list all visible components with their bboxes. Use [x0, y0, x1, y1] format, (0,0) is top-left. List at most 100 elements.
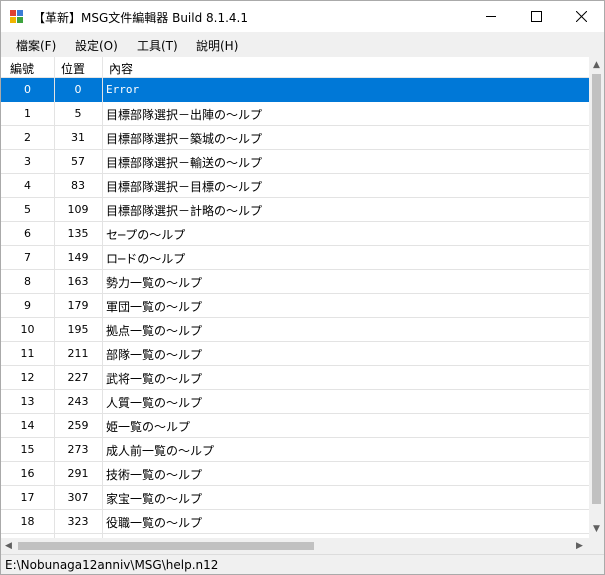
- row-position: 179: [67, 299, 89, 312]
- row-number: 9: [24, 299, 31, 312]
- row-position: 149: [67, 251, 89, 264]
- row-position: 227: [67, 371, 89, 384]
- row-content: Error: [106, 83, 140, 96]
- window-title: 【革新】MSG文件編輯器 Build 8.1.4.1: [33, 11, 249, 25]
- row-content: セ─プの～ルプ: [106, 228, 186, 242]
- vertical-scroll-thumb[interactable]: [592, 74, 601, 504]
- app-icon: [10, 10, 23, 23]
- column-divider[interactable]: [102, 57, 103, 77]
- row-position: 291: [67, 467, 89, 480]
- menu-settings[interactable]: 設定(O): [75, 37, 118, 54]
- row-position: 83: [71, 179, 85, 192]
- row-content: 目標部隊選択－目標の～ルプ: [106, 180, 263, 194]
- row-position: 195: [67, 323, 89, 336]
- row-content: 拠点一覧の～ルプ: [106, 324, 203, 338]
- table-row[interactable]: 9 179 軍団一覧の～ルプ: [1, 294, 589, 318]
- table-row[interactable]: 17 307 家宝一覧の～ルプ: [1, 486, 589, 510]
- row-content: 勢力一覧の～ルプ: [106, 276, 203, 290]
- table-row[interactable]: 6 135 セ─プの～ルプ: [1, 222, 589, 246]
- scrollbar-corner: [589, 538, 604, 554]
- table-row[interactable]: 10 195 拠点一覧の～ルプ: [1, 318, 589, 342]
- row-number: 1: [24, 107, 31, 120]
- row-position: 109: [67, 203, 89, 216]
- row-number: 15: [20, 443, 35, 456]
- horizontal-scrollbar[interactable]: ◀ ▶: [1, 538, 589, 554]
- column-header-number[interactable]: 編號: [10, 60, 34, 77]
- column-header-content[interactable]: 內容: [109, 60, 133, 77]
- list-rows: 0 0 Error 1 5 目標部隊選択－出陣の～ルプ 2 31 目標部隊選択－築城の～ルプ 3 5…: [1, 78, 589, 538]
- scroll-left-icon[interactable]: ◀: [5, 541, 12, 551]
- table-row[interactable]: 0 0 Error: [1, 78, 589, 102]
- table-row[interactable]: 16 291 技術一覧の～ルプ: [1, 462, 589, 486]
- row-position: 135: [67, 227, 89, 240]
- column-header-position[interactable]: 位置: [61, 60, 85, 77]
- table-row[interactable]: 4 83 目標部隊選択－目標の～ルプ: [1, 174, 589, 198]
- table-row[interactable]: 1 5 目標部隊選択－出陣の～ルプ: [1, 102, 589, 126]
- scroll-right-icon[interactable]: ▶: [576, 541, 583, 551]
- row-content: 目標部隊選択－輸送の～ルプ: [106, 156, 263, 170]
- message-list[interactable]: 編號 位置 內容 0 0 Error 1 5 目標部隊選択－出陣の～ルプ 2 31 目標部隊選択…: [1, 57, 604, 538]
- scroll-up-icon[interactable]: ▲: [593, 60, 600, 70]
- close-button[interactable]: [558, 1, 604, 32]
- table-row[interactable]: 11 211 部隊一覧の～ルプ: [1, 342, 589, 366]
- table-row[interactable]: 2 31 目標部隊選択－築城の～ルプ: [1, 126, 589, 150]
- row-number: 8: [24, 275, 31, 288]
- table-row[interactable]: 15 273 成人前一覧の～ルプ: [1, 438, 589, 462]
- row-content: 武将一覧の～ルプ: [106, 372, 203, 386]
- scroll-down-icon[interactable]: ▼: [593, 524, 600, 534]
- row-content: 目標部隊選択－築城の～ルプ: [106, 132, 263, 146]
- close-icon: [575, 11, 587, 22]
- row-number: 2: [24, 131, 31, 144]
- row-position: 307: [67, 491, 89, 504]
- row-number: 4: [24, 179, 31, 192]
- row-number: 3: [24, 155, 31, 168]
- row-content: 部隊一覧の～ルプ: [106, 348, 203, 362]
- row-number: 13: [20, 395, 35, 408]
- row-number: 0: [24, 83, 31, 96]
- grid-line: [54, 78, 55, 538]
- table-row[interactable]: 5 109 目標部隊選択－計略の～ルプ: [1, 198, 589, 222]
- menu-tools[interactable]: 工具(T): [137, 37, 178, 54]
- row-position: 259: [67, 419, 89, 432]
- row-content: 人質一覧の～ルプ: [106, 396, 203, 410]
- table-row[interactable]: 12 227 武将一覧の～ルプ: [1, 366, 589, 390]
- row-position: 243: [67, 395, 89, 408]
- row-content: ロ─ドの～ルプ: [106, 252, 186, 266]
- menu-bar: 檔案(F) 設定(O) 工具(T) 說明(H): [1, 32, 604, 57]
- row-content: 目標部隊選択－出陣の～ルプ: [106, 108, 263, 122]
- row-content: 目標部隊選択－計略の～ルプ: [106, 204, 263, 218]
- list-header: 編號 位置 內容: [1, 57, 589, 78]
- file-path: E:\Nobunaga12anniv\MSG\help.n12: [5, 558, 219, 572]
- row-number: 11: [20, 347, 35, 360]
- row-content: 技術一覧の～ルプ: [106, 468, 203, 482]
- row-position: 57: [71, 155, 85, 168]
- table-row[interactable]: 7 149 ロ─ドの～ルプ: [1, 246, 589, 270]
- row-number: 6: [24, 227, 31, 240]
- column-divider[interactable]: [54, 57, 55, 77]
- title-bar[interactable]: 【革新】MSG文件編輯器 Build 8.1.4.1: [1, 1, 604, 32]
- menu-file[interactable]: 檔案(F): [16, 37, 56, 54]
- row-position: 273: [67, 443, 89, 456]
- table-row[interactable]: 13 243 人質一覧の～ルプ: [1, 390, 589, 414]
- table-row[interactable]: 14 259 姫一覧の～ルプ: [1, 414, 589, 438]
- maximize-icon: [530, 11, 542, 22]
- row-number: 16: [20, 467, 35, 480]
- vertical-scrollbar[interactable]: ▲ ▼: [589, 57, 604, 538]
- grid-line: [102, 78, 103, 538]
- row-position: 163: [67, 275, 89, 288]
- table-row[interactable]: 8 163 勢力一覧の～ルプ: [1, 270, 589, 294]
- table-row[interactable]: 3 57 目標部隊選択－輸送の～ルプ: [1, 150, 589, 174]
- maximize-button[interactable]: [513, 1, 559, 32]
- minimize-button[interactable]: [468, 1, 514, 32]
- table-row[interactable]: 18 323 役職一覧の～ルプ: [1, 510, 589, 534]
- row-position: 323: [67, 515, 89, 528]
- horizontal-scroll-thumb[interactable]: [18, 542, 314, 550]
- row-content: 役職一覧の～ルプ: [106, 516, 203, 530]
- app-window: 【革新】MSG文件編輯器 Build 8.1.4.1 檔案(F) 設定(O) 工…: [0, 0, 605, 575]
- row-content: 軍団一覧の～ルプ: [106, 300, 203, 314]
- row-number: 18: [20, 515, 35, 528]
- row-position: 5: [74, 107, 82, 120]
- menu-help[interactable]: 說明(H): [196, 37, 238, 54]
- row-number: 7: [24, 251, 31, 264]
- status-bar: E:\Nobunaga12anniv\MSG\help.n12: [1, 554, 604, 574]
